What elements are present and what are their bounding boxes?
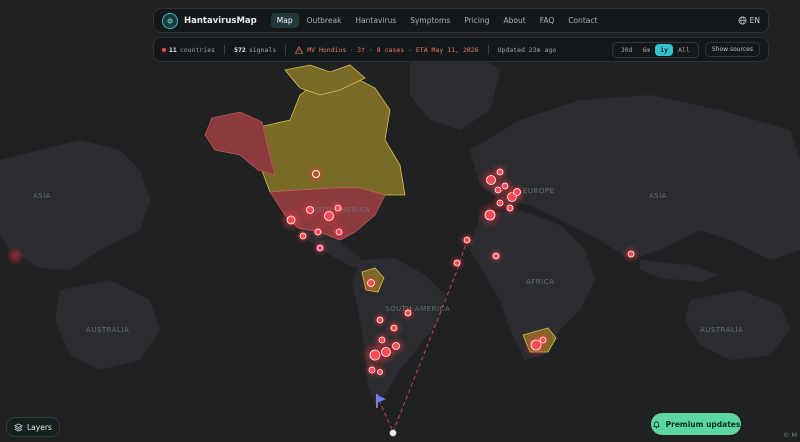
marker-west-africa: [488, 248, 504, 264]
marker-us-4: [330, 223, 348, 241]
marker-eu-8: [477, 202, 503, 228]
period-selector: 30d 6m 1y All: [611, 41, 699, 58]
nav-outbreak[interactable]: Outbreak: [301, 13, 348, 28]
marker-asia-west: [6, 247, 24, 265]
map-label-australia-east: AUSTRALIA: [700, 326, 743, 334]
marker-sa-7: [386, 336, 406, 356]
period-all[interactable]: All: [673, 44, 695, 56]
marker-colombia: [361, 273, 381, 293]
logo-text[interactable]: HantavirusMap: [184, 16, 257, 26]
marker-us-3: [330, 200, 346, 216]
marker-us-west: [279, 208, 303, 232]
period-6m[interactable]: 6m: [637, 44, 655, 56]
bell-icon: [652, 420, 660, 428]
marker-us-1: [300, 200, 320, 220]
marker-india: [622, 245, 640, 263]
route-origin-point[interactable]: [389, 429, 397, 437]
world-map[interactable]: ASIA NORTH AMERICA EUROPE ASIA AFRICA SO…: [0, 0, 800, 442]
warning-triangle-icon: [295, 45, 304, 54]
map-label-asia-east: ASIA: [649, 192, 667, 200]
nav-map[interactable]: Map: [270, 13, 299, 28]
updated-time: Updated 23m ago: [497, 45, 557, 54]
virus-icon[interactable]: [162, 12, 178, 29]
map-attribution[interactable]: © M: [783, 431, 797, 439]
marker-mexico: [312, 240, 328, 256]
nav-faq[interactable]: FAQ: [534, 13, 561, 28]
nav-contact[interactable]: Contact: [562, 13, 603, 28]
countries-count: 11: [169, 45, 177, 54]
map-label-australia-west: AUSTRALIA: [86, 326, 129, 334]
marker-us-6: [295, 228, 311, 244]
layers-button[interactable]: Layers: [6, 417, 60, 437]
top-navbar: HantavirusMap Map Outbreak Hantavirus Sy…: [153, 8, 769, 33]
layers-label: Layers: [27, 422, 52, 432]
marker-eu-6: [508, 183, 526, 201]
marker-us-5: [310, 224, 326, 240]
status-bar: 11 countries 572 signals MV Hondius · 3†…: [153, 37, 769, 62]
ship-details: · 3† · 8 cases · ETA May 11, 2026: [349, 45, 479, 54]
divider: [487, 44, 489, 55]
marker-sa-3: [400, 305, 416, 321]
divider: [224, 44, 226, 55]
map-label-africa: AFRICA: [526, 278, 554, 286]
nav-hantavirus[interactable]: Hantavirus: [349, 13, 402, 28]
marker-alaska: [306, 164, 326, 184]
nav-pricing[interactable]: Pricing: [458, 13, 495, 28]
marker-eu-9: [502, 200, 518, 216]
premium-updates-button[interactable]: Premium updates: [651, 413, 741, 435]
map-label-europe: EUROPE: [523, 187, 555, 195]
globe-icon: [738, 16, 747, 25]
marker-atlantic-1: [459, 232, 475, 248]
live-dot: [162, 47, 166, 52]
marker-atlantic-2: [449, 255, 465, 271]
period-30d[interactable]: 30d: [616, 44, 638, 56]
marker-south-africa-2: [534, 331, 552, 349]
marker-sa-9: [373, 365, 387, 379]
period-1y[interactable]: 1y: [655, 43, 674, 56]
language-selector[interactable]: EN: [738, 16, 760, 25]
countries-label: countries: [179, 45, 216, 54]
premium-label: Premium updates: [665, 419, 741, 429]
signals-label: signals: [248, 45, 277, 54]
nav-about[interactable]: About: [498, 13, 532, 28]
layers-icon: [14, 422, 23, 432]
map-label-asia-west: ASIA: [33, 192, 51, 200]
nav-symptoms[interactable]: Symptoms: [404, 13, 456, 28]
language-label: EN: [749, 16, 760, 25]
divider: [285, 44, 287, 55]
signals-count: 572: [234, 45, 246, 54]
ship-name[interactable]: MV Hondius: [307, 46, 346, 54]
show-sources-button[interactable]: Show sources: [704, 42, 760, 57]
